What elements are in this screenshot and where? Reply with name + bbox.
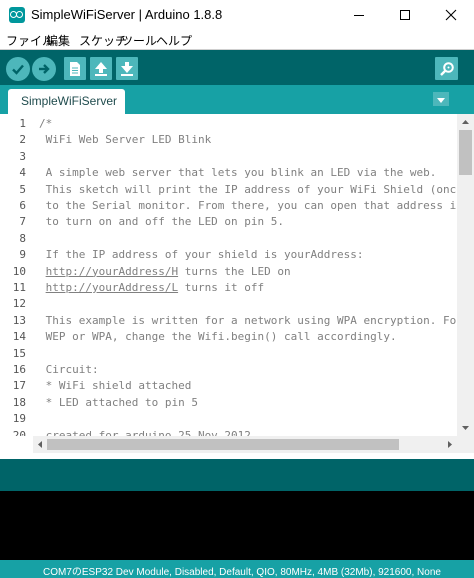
code-line: created for arduino 25 Nov 2012 xyxy=(39,428,251,436)
code-line: to turn on and off the LED on pin 5. xyxy=(39,215,285,229)
code-line: http://yourAddress/H turns the LED on xyxy=(39,264,291,280)
menu-help[interactable]: ヘルプ xyxy=(156,32,192,49)
scroll-left-icon[interactable] xyxy=(33,436,47,453)
close-button[interactable] xyxy=(428,0,474,30)
line-number: 6 xyxy=(19,199,26,212)
maximize-icon xyxy=(400,10,410,20)
line-number: 11 xyxy=(12,281,26,294)
new-button[interactable] xyxy=(64,57,86,80)
upload-button[interactable] xyxy=(32,57,56,81)
maximize-button[interactable] xyxy=(382,0,428,30)
line-number: 17 xyxy=(12,379,26,393)
menu-edit[interactable]: 編集 xyxy=(46,32,70,49)
line-number: 7 xyxy=(19,215,26,229)
line-number: 1 xyxy=(19,117,26,130)
scroll-down-icon[interactable] xyxy=(457,420,474,436)
code-link[interactable]: http://yourAddress/H xyxy=(46,265,178,278)
serial-monitor-icon xyxy=(439,61,454,76)
close-icon xyxy=(445,9,457,21)
code-line: * LED attached to pin 5 xyxy=(39,395,198,409)
vertical-scroll-thumb[interactable] xyxy=(459,130,472,175)
code-line: * WiFi shield attached xyxy=(39,379,192,393)
new-icon xyxy=(70,61,80,76)
tab-bar: SimpleWiFiServer xyxy=(0,85,474,114)
title-bar: SimpleWiFiServer | Arduino 1.8.8 xyxy=(0,0,474,30)
line-number: 14 xyxy=(12,330,26,344)
status-bar: COM7のESP32 Dev Module, Disabled, Default… xyxy=(0,560,474,578)
code-line: to the Serial monitor. From there, you c… xyxy=(45,199,457,212)
code-line: /* xyxy=(39,117,53,130)
minimize-button[interactable] xyxy=(336,0,382,30)
line-number: 20 xyxy=(12,428,26,436)
code-line: WiFi Web Server LED Blink xyxy=(39,133,212,147)
verify-button[interactable] xyxy=(6,57,30,81)
line-number: 15 xyxy=(12,346,26,360)
menu-bar: ファイル 編集 スケッチ ツール ヘルプ xyxy=(0,30,474,49)
scroll-up-icon[interactable] xyxy=(457,114,474,130)
line-number: 16 xyxy=(12,363,26,376)
code-line: If the IP address of your shield is your… xyxy=(39,248,364,262)
code-editor[interactable]: 1 2 3 4 5 6 7 8 9 10 11 12 13 14 15 16 17 18 19 20 /* WiFi … xyxy=(0,114,474,459)
open-icon xyxy=(95,61,107,76)
line-number: 3 xyxy=(19,149,26,163)
open-button[interactable] xyxy=(90,57,112,80)
code-link[interactable]: http://yourAddress/L xyxy=(46,281,178,294)
menu-sketch[interactable]: スケッチ xyxy=(79,32,127,49)
tab-menu-button[interactable] xyxy=(433,92,449,106)
horizontal-scroll-thumb[interactable] xyxy=(47,439,399,450)
line-number: 18 xyxy=(12,395,26,409)
horizontal-scrollbar[interactable] xyxy=(33,436,457,453)
line-number: 12 xyxy=(12,297,26,311)
code-line: This sketch will print the IP address of… xyxy=(45,182,457,196)
line-number: 4 xyxy=(19,166,26,180)
window-title: SimpleWiFiServer | Arduino 1.8.8 xyxy=(31,7,223,22)
code-text: turns it off xyxy=(178,281,265,294)
board-status-text: COM7のESP32 Dev Module, Disabled, Default… xyxy=(43,567,441,578)
tab-label: SimpleWiFiServer xyxy=(21,94,118,108)
menu-tools[interactable]: ツール xyxy=(121,32,157,49)
code-line: http://yourAddress/L turns it off xyxy=(39,280,265,296)
minimize-icon xyxy=(354,15,364,16)
code-line: This example is written for a network us… xyxy=(39,313,457,327)
tab-menu-icon xyxy=(437,98,445,103)
line-number: 10 xyxy=(12,264,26,278)
scrollbar-corner xyxy=(457,436,474,453)
console-output xyxy=(0,491,474,560)
save-button[interactable] xyxy=(116,57,138,80)
line-number-gutter: 1 2 3 4 5 6 7 8 9 10 11 12 13 14 15 16 17 18 19 20 xyxy=(0,114,33,436)
message-area xyxy=(0,459,474,491)
line-number: 8 xyxy=(19,231,26,245)
tab-simplewifiserver[interactable]: SimpleWiFiServer xyxy=(8,89,125,114)
code-line: Circuit: xyxy=(39,363,99,376)
code-line: WEP or WPA, change the Wifi.begin() call… xyxy=(39,330,397,344)
code-text: turns the LED on xyxy=(178,264,291,278)
upload-icon xyxy=(39,64,50,74)
line-number: 9 xyxy=(19,248,26,262)
arduino-logo-icon xyxy=(9,7,25,23)
code-line: A simple web server that lets you blink … xyxy=(39,166,437,180)
vertical-scrollbar[interactable] xyxy=(457,114,474,436)
line-number: 5 xyxy=(19,182,26,196)
line-number: 19 xyxy=(12,412,26,426)
line-number: 13 xyxy=(12,313,26,327)
scroll-right-icon[interactable] xyxy=(443,436,457,453)
line-number: 2 xyxy=(19,133,26,147)
serial-monitor-button[interactable] xyxy=(435,57,458,80)
code-area[interactable]: /* WiFi Web Server LED Blink A simple we… xyxy=(33,114,457,436)
verify-icon xyxy=(12,64,24,75)
save-icon xyxy=(121,61,133,76)
toolbar xyxy=(0,49,474,85)
